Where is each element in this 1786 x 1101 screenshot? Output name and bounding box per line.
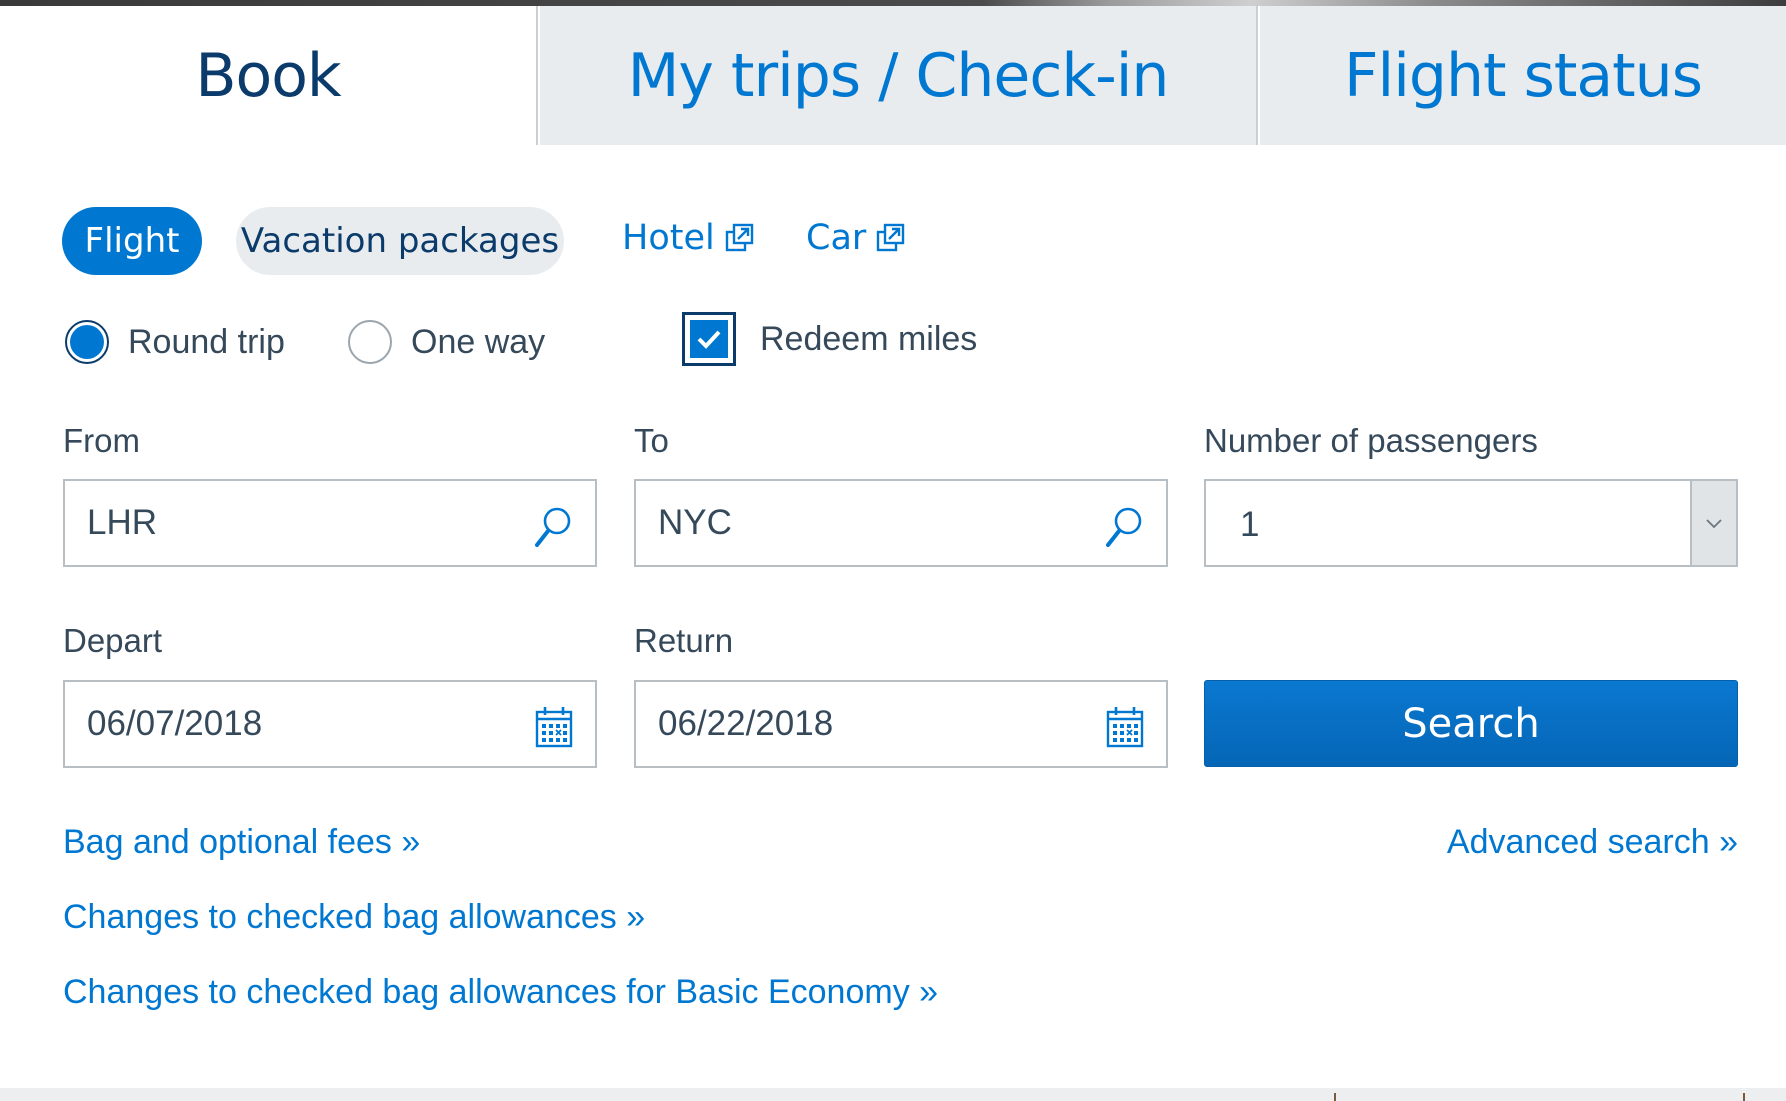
- return-field[interactable]: [634, 680, 1168, 768]
- bottom-tick-mark: [1743, 1093, 1745, 1101]
- vacation-packages-pill[interactable]: Vacation packages: [236, 207, 564, 275]
- redeem-miles-label: Redeem miles: [760, 319, 978, 358]
- passengers-select[interactable]: 1: [1204, 479, 1738, 567]
- bottom-divider: [0, 1088, 1786, 1101]
- bag-allowance-changes-link[interactable]: Changes to checked bag allowances »: [63, 898, 645, 937]
- tab-flight-status[interactable]: Flight status: [1260, 6, 1786, 145]
- calendar-icon[interactable]: [1106, 706, 1144, 748]
- basic-economy-bag-link[interactable]: Changes to checked bag allowances for Ba…: [63, 973, 938, 1012]
- round-trip-label: Round trip: [128, 322, 285, 361]
- flight-pill[interactable]: Flight: [62, 207, 202, 275]
- one-way-label: One way: [411, 322, 546, 361]
- to-input[interactable]: [636, 482, 1080, 564]
- round-trip-radio[interactable]: Round trip: [65, 318, 285, 366]
- external-link-icon: [877, 223, 905, 252]
- external-link-icon: [725, 223, 753, 252]
- one-way-radio[interactable]: One way: [348, 318, 545, 366]
- from-field[interactable]: [63, 479, 597, 567]
- checkbox-checked-icon: [682, 312, 736, 366]
- bottom-tick-mark: [1334, 1093, 1336, 1101]
- car-link-label: Car: [806, 218, 867, 258]
- advanced-search-link[interactable]: Advanced search »: [1447, 823, 1738, 862]
- search-icon[interactable]: [533, 505, 573, 549]
- radio-selected-icon: [65, 320, 109, 364]
- search-icon[interactable]: [1104, 505, 1144, 549]
- bag-fees-link[interactable]: Bag and optional fees »: [63, 823, 420, 862]
- hotel-link-label: Hotel: [622, 218, 715, 258]
- radio-unselected-icon: [348, 320, 392, 364]
- passengers-value: 1: [1240, 505, 1260, 544]
- tab-my-trips-check-in[interactable]: My trips / Check-in: [540, 6, 1258, 145]
- tab-book[interactable]: Book: [0, 6, 538, 145]
- depart-label: Depart: [63, 622, 163, 659]
- redeem-miles-checkbox[interactable]: Redeem miles: [682, 312, 977, 366]
- to-label: To: [634, 422, 669, 459]
- return-label: Return: [634, 622, 734, 659]
- from-label: From: [63, 422, 140, 459]
- calendar-icon[interactable]: [535, 706, 573, 748]
- chevron-down-icon: [1690, 481, 1736, 565]
- depart-field[interactable]: [63, 680, 597, 768]
- car-link[interactable]: Car: [806, 214, 906, 262]
- search-button[interactable]: Search: [1204, 680, 1738, 767]
- return-input[interactable]: [636, 683, 1080, 765]
- to-field[interactable]: [634, 479, 1168, 567]
- booking-tabs: Book My trips / Check-in Flight status: [0, 6, 1786, 145]
- depart-input[interactable]: [65, 683, 509, 765]
- from-input[interactable]: [65, 482, 509, 564]
- hotel-link[interactable]: Hotel: [622, 214, 755, 262]
- passengers-label: Number of passengers: [1204, 422, 1538, 459]
